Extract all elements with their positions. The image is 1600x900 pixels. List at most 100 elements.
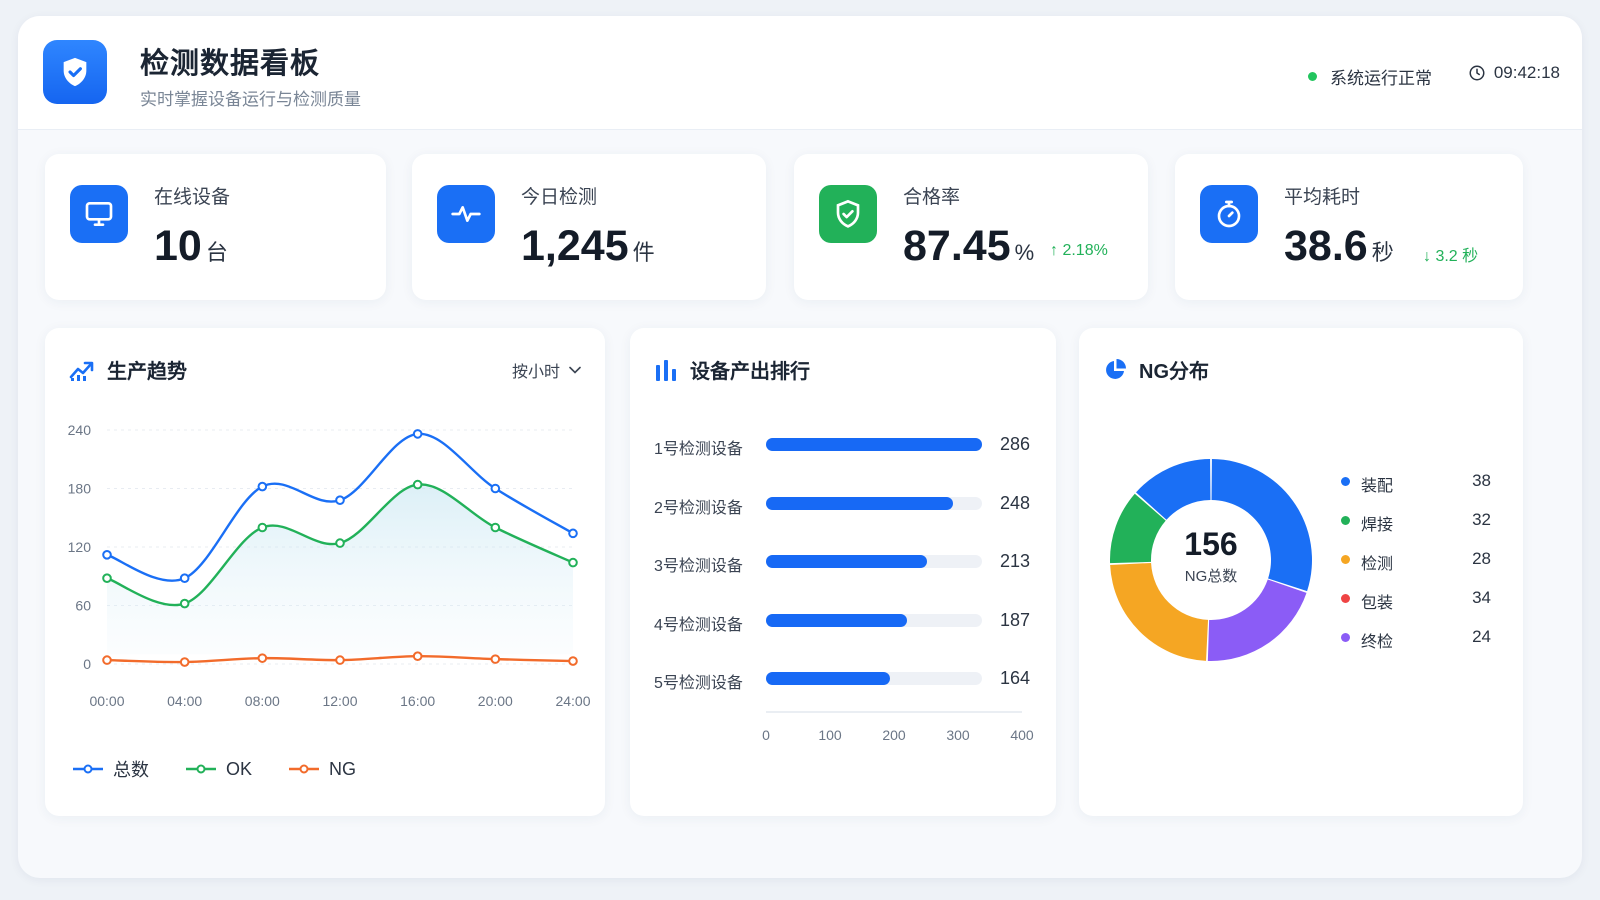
ng-title: NG分布	[1103, 355, 1209, 384]
bar-fill	[766, 555, 927, 568]
legend-value: 24	[1472, 627, 1491, 646]
trend-chart: 0 60 120 180 240 00:00 04:00 08:00 12:00 16:00 20:…	[68, 422, 591, 709]
legend-label: 终检	[1361, 634, 1394, 651]
data-point-ng[interactable]	[490, 654, 501, 664]
bar-value: 248	[1000, 492, 1031, 513]
y-tick-label: 180	[68, 481, 92, 497]
data-point-ng[interactable]	[102, 655, 112, 665]
data-point-ng[interactable]	[257, 653, 268, 663]
x-tick-label: 04:00	[167, 693, 202, 709]
stat-label: 合格率	[903, 187, 961, 208]
pie-legend-item[interactable]: 检测 28	[1341, 548, 1491, 573]
pie-legend-item[interactable]: 装配 38	[1341, 470, 1491, 495]
data-point-total[interactable]	[568, 528, 578, 539]
trend-legend: 总数 OK NG	[73, 756, 393, 782]
bar-track	[766, 672, 982, 685]
x-tick-label: 200	[882, 727, 906, 743]
x-tick-label: 300	[946, 727, 970, 743]
data-point-total[interactable]	[412, 429, 423, 439]
data-point-ok[interactable]	[335, 538, 345, 548]
legend-item-total[interactable]: 总数	[73, 756, 149, 782]
legend-value: 32	[1472, 510, 1491, 529]
stat-label: 在线设备	[154, 187, 231, 208]
stat-label: 今日检测	[521, 187, 598, 208]
data-point-ok[interactable]	[179, 598, 190, 609]
stat-unit: 件	[632, 240, 655, 265]
legend-value: 34	[1472, 588, 1491, 607]
x-tick-label: 0	[762, 727, 770, 743]
data-point-ng[interactable]	[335, 655, 345, 665]
legend-item-ng[interactable]: NG	[289, 756, 356, 782]
pie-legend-item[interactable]: 焊接 32	[1341, 509, 1491, 534]
data-point-ng[interactable]	[179, 657, 190, 667]
bar-label: 5号检测设备	[654, 675, 743, 692]
stat-change: ↑ 2.18%	[1050, 242, 1108, 259]
bar-track	[766, 496, 982, 510]
legend-item-ok[interactable]: OK	[186, 756, 252, 782]
data-point-ok[interactable]	[412, 479, 423, 490]
legend-value: 28	[1472, 549, 1491, 568]
x-tick-label: 24:00	[555, 693, 590, 709]
stat-change: ↓ 3.2 秒	[1423, 248, 1479, 265]
data-point-ok[interactable]	[257, 522, 268, 533]
chevron-down-icon	[569, 366, 581, 374]
shield-check-icon	[43, 40, 107, 104]
data-point-total[interactable]	[490, 483, 501, 494]
pulse-icon	[437, 185, 495, 243]
pie-legend-item[interactable]: 终检 24	[1341, 626, 1491, 651]
bar-row[interactable]: 2号检测设备 248	[654, 492, 1034, 517]
pie-legend-item[interactable]: 包装 34	[1341, 587, 1491, 612]
data-point-ok[interactable]	[568, 557, 578, 568]
system-status: 系统运行正常	[1308, 64, 1432, 89]
status-text: 系统运行正常	[1330, 69, 1432, 88]
stat-label: 平均耗时	[1284, 187, 1361, 208]
data-point-total[interactable]	[102, 550, 112, 560]
donut-slice[interactable]	[1207, 579, 1307, 661]
ok-area	[107, 484, 573, 655]
stopwatch-icon	[1200, 185, 1258, 243]
data-point-total[interactable]	[335, 495, 345, 505]
bar-value: 187	[1000, 609, 1031, 630]
x-tick-label: 100	[818, 727, 842, 743]
bar-track	[766, 438, 982, 451]
status-dot-icon	[1308, 72, 1317, 81]
bar-fill	[766, 438, 982, 451]
data-point-total[interactable]	[179, 573, 190, 583]
legend-label: 检测	[1361, 556, 1394, 573]
bar-label: 1号检测设备	[654, 441, 743, 458]
ng-panel: NG分布 156 NG总数 装配 38 焊接 32 检测 28 包装 34 终检 24	[1079, 328, 1523, 816]
data-point-ok[interactable]	[102, 573, 112, 583]
x-tick-label: 12:00	[322, 693, 357, 709]
legend-dot-icon	[1341, 633, 1350, 642]
stat-unit: 秒	[1371, 240, 1394, 265]
x-tick-label: 00:00	[89, 693, 124, 709]
pie-chart-icon	[1106, 358, 1126, 379]
bar-row[interactable]: 3号检测设备 213	[654, 550, 1034, 575]
bar-row[interactable]: 1号检测设备 286	[654, 433, 1034, 458]
data-point-ng[interactable]	[412, 651, 423, 661]
legend-label: 装配	[1361, 478, 1394, 495]
bar-value: 286	[1000, 434, 1031, 454]
bar-label: 3号检测设备	[654, 558, 743, 575]
y-tick-label: 0	[83, 656, 91, 672]
trend-panel: 生产趋势 按小时 0 60 120 180 240 00:00 04:00 08:00 12:0…	[45, 328, 605, 816]
arrow-up-icon: ↑	[1050, 242, 1058, 259]
clock-time: 09:42:18	[1493, 63, 1560, 82]
bar-row[interactable]: 4号检测设备 187	[654, 609, 1034, 634]
stat-card-today-inspections: 今日检测 1,245 件	[412, 154, 766, 300]
data-point-ng[interactable]	[568, 656, 578, 666]
page-subtitle: 实时掌握设备运行与检测质量	[140, 90, 361, 109]
stat-unit: 台	[205, 240, 228, 265]
data-point-ok[interactable]	[490, 522, 501, 533]
y-tick-label: 240	[68, 422, 92, 438]
bar-track	[766, 613, 982, 627]
legend-dot-icon	[1341, 594, 1350, 603]
bar-fill	[766, 672, 890, 685]
stat-card-pass-rate: 合格率 87.45% ↑ 2.18%	[794, 154, 1148, 300]
interval-dropdown[interactable]: 按小时	[512, 358, 581, 382]
stat-card-online-devices: 在线设备 10 台	[45, 154, 386, 300]
data-point-total[interactable]	[257, 481, 268, 492]
bar-row[interactable]: 5号检测设备 164	[654, 667, 1034, 692]
bar-chart-icon	[656, 359, 676, 381]
bar-label: 2号检测设备	[654, 499, 743, 517]
